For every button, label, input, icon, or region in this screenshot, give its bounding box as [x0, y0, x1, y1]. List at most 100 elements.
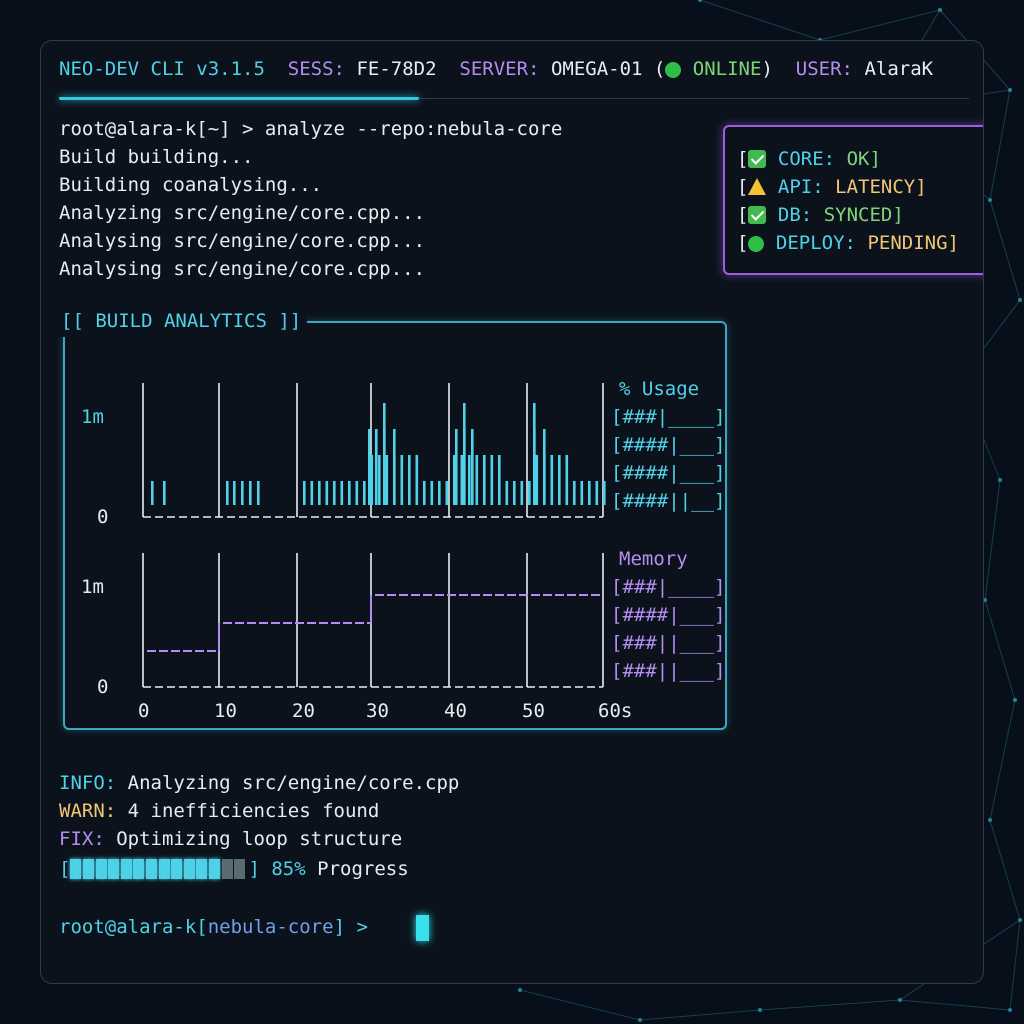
fix-message: FIX: Optimizing loop structure	[59, 825, 402, 853]
text-cursor[interactable]	[416, 915, 429, 941]
usage-bar	[249, 481, 252, 505]
usage-bar	[595, 481, 599, 505]
server-close-paren: )	[761, 58, 773, 80]
network-node	[1008, 88, 1012, 92]
usage-bar	[383, 403, 386, 505]
usage-bar	[233, 481, 236, 505]
progress-segment-filled	[120, 859, 132, 879]
usage-bar	[445, 481, 449, 505]
build-analytics-chart: 1m 0 % Usage [###|____] [####|___] [####|___]…	[81, 378, 723, 721]
warn-tag: WARN:	[59, 800, 117, 822]
progress-segment-filled	[146, 859, 158, 879]
usage-bar	[460, 455, 464, 505]
x-tick-label: 10	[214, 700, 237, 721]
usage-bar	[430, 481, 434, 505]
status-value: SYNCED]	[823, 204, 904, 226]
usage-bar	[378, 455, 381, 505]
usage-bar	[533, 403, 536, 505]
usage-bar	[151, 481, 154, 505]
y-tick-label: 0	[97, 676, 108, 698]
usage-bar	[415, 455, 419, 505]
status-row-deploy: [ DEPLOY: PENDING]	[737, 232, 959, 254]
progress-segment-filled	[83, 859, 95, 879]
usage-bar	[393, 429, 396, 505]
check-icon	[748, 150, 767, 168]
network-link	[989, 89, 1011, 201]
network-link	[759, 999, 901, 1011]
command-prompt-line: root@alara-k[~] > analyze --repo:nebula-…	[59, 118, 563, 140]
legend-row: [####|___]	[611, 604, 723, 626]
network-link	[989, 819, 1021, 921]
header-bar: NEO-DEV CLI v3.1.5 SESS: FE-78D2 SERVER:…	[59, 55, 933, 83]
progress-segment-empty	[234, 859, 246, 879]
user-value: AlaraK	[864, 58, 934, 80]
progress-line: [] 85% Progress	[59, 858, 409, 880]
status-label: DEPLOY:	[775, 232, 856, 254]
usage-bar	[368, 429, 371, 505]
progress-segment-filled	[70, 859, 82, 879]
usage-bar	[423, 481, 426, 505]
network-node	[998, 478, 1002, 482]
active-prompt[interactable]: root@alara-k[nebula-core] >	[59, 913, 368, 941]
usage-bar	[310, 481, 314, 505]
online-dot-icon	[665, 62, 682, 78]
usage-bar	[455, 429, 458, 505]
usage-bar	[257, 481, 260, 505]
usage-bar	[348, 481, 351, 505]
y-tick-label: 1m	[81, 406, 104, 428]
status-row-db: [ DB: SYNCED]	[737, 204, 904, 226]
usage-bar	[340, 481, 344, 505]
usage-bar	[463, 403, 466, 505]
progress-segment-filled	[133, 859, 145, 879]
status-panel: [ CORE: OK] [ API: LATENCY] [ DB: SYNCED…	[723, 125, 983, 275]
usage-bar	[333, 481, 336, 505]
status-value: PENDING]	[867, 232, 959, 254]
usage-bar	[558, 455, 561, 505]
info-tag: INFO:	[59, 772, 117, 794]
usage-bar	[565, 455, 569, 505]
network-node	[938, 8, 942, 12]
usage-bar	[520, 481, 524, 505]
network-node	[898, 998, 902, 1002]
legend-title: Memory	[619, 548, 688, 570]
usage-bar	[490, 455, 494, 505]
header-accent-bar	[59, 97, 419, 100]
server-label: SERVER:	[459, 58, 540, 80]
log-line: Build building...	[59, 146, 254, 168]
legend-row: [###|____]	[611, 576, 723, 598]
server-status: ONLINE	[692, 58, 762, 80]
usage-bar	[385, 455, 389, 505]
network-link	[1009, 919, 1021, 1011]
progress-segment-filled	[171, 859, 183, 879]
network-link	[519, 989, 641, 1021]
y-tick-label: 0	[97, 506, 108, 528]
usage-bar	[505, 481, 509, 505]
usage-bar	[498, 455, 501, 505]
usage-bar	[355, 481, 359, 505]
usage-bar	[163, 481, 166, 505]
chart-title: [[ BUILD ANALYTICS ]]	[55, 307, 308, 337]
usage-bar	[400, 455, 404, 505]
usage-bar	[535, 455, 539, 505]
x-tick-label: 50	[522, 700, 545, 721]
network-node	[1018, 298, 1022, 302]
network-node	[1008, 1008, 1012, 1012]
network-link	[899, 999, 1011, 1011]
status-value: LATENCY]	[835, 176, 927, 198]
usage-bar	[375, 429, 378, 505]
prompt-dir: nebula-core	[207, 916, 334, 938]
usage-bar	[438, 481, 441, 505]
info-message: INFO: Analyzing src/engine/core.cpp	[59, 769, 459, 797]
progress-bar	[70, 859, 248, 879]
network-link	[989, 199, 1021, 301]
green-dot-icon	[748, 236, 765, 252]
network-link	[639, 1009, 761, 1021]
usage-bar	[468, 455, 471, 505]
status-row-api: [ API: LATENCY]	[737, 176, 927, 198]
network-link	[984, 599, 1016, 701]
usage-bar	[363, 481, 366, 505]
progress-segment-empty	[221, 859, 233, 879]
usage-bar	[543, 429, 546, 505]
fix-text: Optimizing loop structure	[104, 828, 403, 850]
legend-row: [###|____]	[611, 406, 723, 428]
